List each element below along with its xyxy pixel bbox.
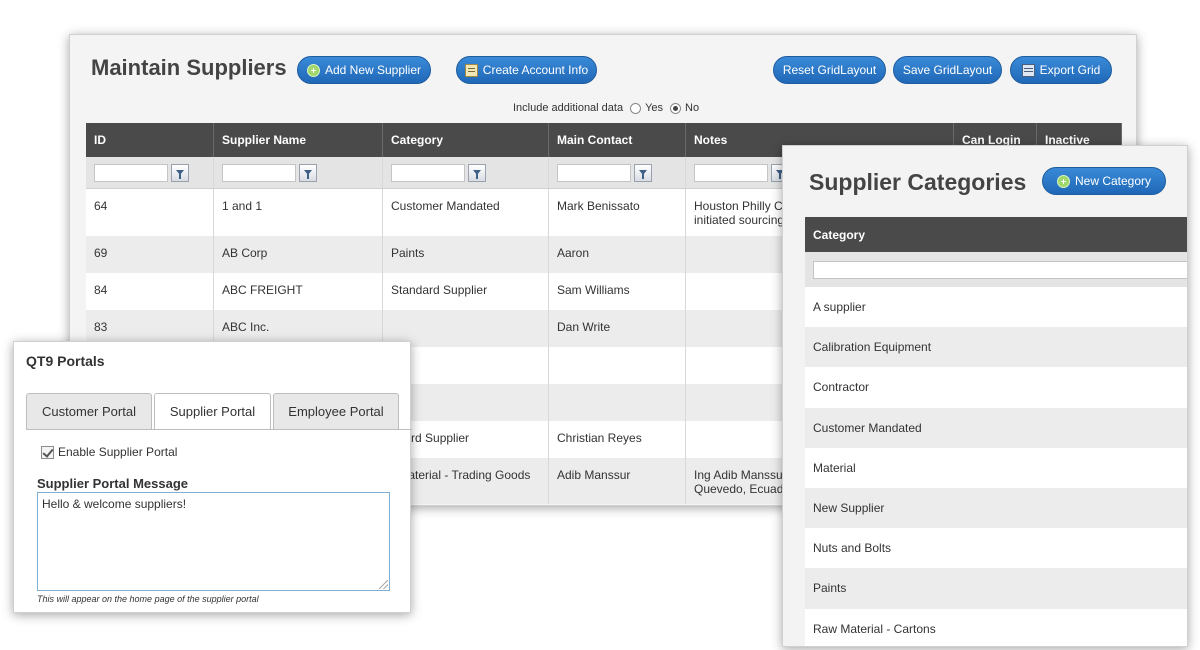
radio-yes-label: Yes [645, 102, 664, 114]
category-list-item[interactable]: Calibration Equipment [805, 327, 1187, 368]
cell-id: 84 [86, 273, 214, 310]
enable-supplier-portal-label: Enable Supplier Portal [58, 445, 178, 459]
export-grid-label: Export Grid [1039, 63, 1101, 77]
add-new-supplier-label: Add New Supplier [324, 63, 422, 77]
cell-contact: Mark Benissato [549, 189, 686, 236]
cell-name: AB Corp [214, 236, 383, 273]
cell-contact [549, 384, 686, 421]
cell-category: Customer Mandated [383, 189, 549, 236]
qt9-portals-panel: QT9 Portals Customer Portal Supplier Por… [13, 341, 412, 613]
category-list-item[interactable]: Raw Material - Cartons [805, 608, 1187, 646]
save-grid-layout-button[interactable]: Save GridLayout [893, 56, 1002, 84]
cell-id: 69 [86, 236, 214, 273]
filter-icon [304, 170, 312, 179]
save-grid-layout-label: Save GridLayout [902, 63, 993, 77]
document-icon [464, 63, 478, 77]
portals-title: QT9 Portals [26, 353, 105, 369]
filter-input-main-contact[interactable] [557, 163, 631, 182]
supplier-portal-message-label: Supplier Portal Message [37, 476, 188, 491]
cell-contact: Adib Manssur [549, 458, 686, 504]
cell-category: Standard Supplier [383, 273, 549, 310]
filter-input-supplier-name[interactable] [222, 163, 296, 182]
create-account-info-label: Create Account Info [482, 63, 589, 77]
category-list-item[interactable]: New Supplier [805, 487, 1187, 529]
categories-list: A supplier Calibration Equipment Contracto… [805, 287, 1187, 646]
filter-icon [639, 170, 647, 179]
cell-contact: Christian Reyes [549, 421, 686, 458]
category-list-item[interactable]: Customer Mandated [805, 407, 1187, 448]
filter-button-category[interactable] [468, 163, 486, 182]
column-header-id[interactable]: ID [86, 123, 214, 157]
spreadsheet-icon [1021, 63, 1035, 77]
supplier-categories-panel: Supplier Categories New Category Categor… [782, 145, 1188, 647]
category-filter-row [805, 252, 1187, 287]
export-grid-button[interactable]: Export Grid [1010, 56, 1112, 84]
add-icon [1056, 174, 1070, 188]
new-category-button[interactable]: New Category [1042, 167, 1166, 195]
filter-input-id[interactable] [94, 163, 168, 182]
radio-no-label: No [685, 102, 700, 114]
add-new-supplier-button[interactable]: Add New Supplier [297, 56, 431, 84]
tab-customer-portal[interactable]: Customer Portal [26, 393, 152, 430]
cell-contact: Dan Write [549, 310, 686, 347]
filter-icon [176, 170, 184, 179]
reset-grid-layout-button[interactable]: Reset GridLayout [773, 56, 886, 84]
supplier-portal-message-hint: This will appear on the home page of the… [37, 594, 259, 604]
category-list-item[interactable]: A supplier [805, 287, 1187, 328]
filter-input-notes[interactable] [694, 163, 768, 182]
cell-name: 1 and 1 [214, 189, 383, 236]
portal-tabs: Customer Portal Supplier Portal Employee… [26, 393, 401, 430]
column-header-main-contact[interactable]: Main Contact [549, 123, 686, 157]
create-account-info-button[interactable]: Create Account Info [456, 56, 597, 84]
page-title: Maintain Suppliers [91, 55, 287, 80]
column-header-category[interactable]: Category [383, 123, 549, 157]
filter-button-id[interactable] [171, 163, 189, 182]
filter-icon [473, 170, 481, 179]
enable-supplier-portal-checkbox[interactable] [41, 445, 54, 459]
categories-grid: Category A supplier Calibration Equipment… [805, 217, 1187, 646]
categories-title: Supplier Categories [809, 169, 1027, 195]
cell-contact: Sam Williams [549, 273, 686, 310]
category-filter-input[interactable] [813, 260, 1187, 279]
include-additional-label: Include additional data [513, 102, 624, 114]
enable-supplier-portal-row: Enable Supplier Portal [41, 445, 177, 459]
reset-grid-layout-label: Reset GridLayout [782, 63, 877, 77]
resize-grip-icon[interactable] [379, 580, 388, 589]
cell-name: ABC FREIGHT [214, 273, 383, 310]
add-icon [306, 63, 320, 77]
column-header-supplier-name[interactable]: Supplier Name [214, 123, 383, 157]
radio-yes[interactable] [630, 102, 642, 114]
new-category-label: New Category [1074, 174, 1152, 188]
column-header-category[interactable]: Category [805, 217, 1187, 252]
category-list-item[interactable]: Paints [805, 568, 1187, 609]
cell-category: Paints [383, 236, 549, 273]
category-list-item[interactable]: Material [805, 447, 1187, 488]
cell-contact: Aaron [549, 236, 686, 273]
category-list-item[interactable]: Nuts and Bolts [805, 528, 1187, 569]
include-additional-data: Include additional data Yes No [513, 102, 699, 114]
cell-id: 64 [86, 189, 214, 236]
radio-no[interactable] [670, 102, 682, 114]
filter-input-category[interactable] [391, 163, 465, 182]
cell-contact [549, 347, 686, 384]
category-list-item[interactable]: Contractor [805, 367, 1187, 408]
tab-employee-portal[interactable]: Employee Portal [273, 393, 399, 430]
filter-button-supplier-name[interactable] [299, 163, 317, 182]
supplier-portal-message-field[interactable]: Hello & welcome suppliers! [37, 492, 390, 591]
tab-supplier-portal[interactable]: Supplier Portal [154, 393, 271, 430]
filter-button-main-contact[interactable] [634, 163, 652, 182]
